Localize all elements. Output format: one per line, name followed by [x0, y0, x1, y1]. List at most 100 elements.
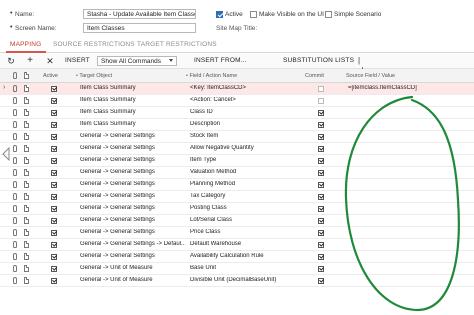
target-object-cell[interactable]: General -> General Settings — [80, 133, 185, 139]
note-icon[interactable] — [24, 109, 29, 116]
note-icon[interactable] — [24, 145, 29, 152]
active-checkbox[interactable] — [216, 11, 223, 18]
field-name-cell[interactable]: Class ID — [190, 109, 302, 115]
note-icon[interactable] — [24, 277, 29, 284]
attachment-icon[interactable] — [13, 145, 17, 152]
attachment-icon[interactable] — [13, 181, 17, 188]
note-icon[interactable] — [24, 253, 29, 260]
field-name-cell[interactable]: Divisible Unit (DecimalBaseUnit) — [190, 277, 302, 283]
row-commit-checkbox[interactable] — [318, 229, 324, 236]
table-row[interactable]: General -> General Settings Price Class — [0, 227, 474, 239]
note-icon[interactable] — [24, 241, 29, 248]
row-active-checkbox[interactable] — [51, 181, 57, 188]
field-name-cell[interactable]: Lot/Serial Class — [190, 217, 302, 223]
table-row[interactable]: General -> General Settings -> Defaul...… — [0, 239, 474, 251]
simple-scenario-checkbox[interactable] — [325, 11, 332, 18]
table-row[interactable]: General -> General Settings Planning Meth… — [0, 179, 474, 191]
attachment-icon[interactable] — [13, 193, 17, 200]
commands-select[interactable]: Show All Commands — [97, 56, 177, 66]
table-row[interactable]: General -> General Settings Tax Category — [0, 191, 474, 203]
row-commit-checkbox[interactable] — [318, 241, 324, 248]
target-object-cell[interactable]: General -> General Settings — [80, 217, 185, 223]
table-row[interactable]: › Item Class Summary <Key: ItemClassCD> =[i… — [0, 83, 474, 95]
target-object-cell[interactable]: Item Class Summary — [80, 121, 185, 127]
field-name-cell[interactable]: Planning Method — [190, 181, 302, 187]
note-icon[interactable] — [24, 85, 29, 92]
attachment-icon[interactable] — [13, 169, 17, 176]
source-field-cell[interactable]: =[itemclass.ItemClassCD] — [348, 85, 468, 91]
note-icon[interactable] — [24, 229, 29, 236]
note-icon[interactable] — [24, 133, 29, 140]
field-name-cell[interactable]: Item Type — [190, 157, 302, 163]
fit-columns-icon[interactable]: |⇿| — [354, 56, 364, 75]
field-name-cell[interactable]: Description — [190, 121, 302, 127]
tab-target-restrictions[interactable]: TARGET RESTRICTIONS — [137, 41, 217, 48]
tab-mapping[interactable]: MAPPING — [10, 41, 41, 48]
row-active-checkbox[interactable] — [51, 121, 57, 128]
target-object-cell[interactable]: General -> General Settings — [80, 145, 185, 151]
note-icon[interactable] — [24, 217, 29, 224]
row-commit-checkbox[interactable] — [318, 97, 324, 104]
attachment-icon[interactable] — [13, 133, 17, 140]
row-active-checkbox[interactable] — [51, 157, 57, 164]
column-header-active[interactable]: Active — [43, 73, 58, 79]
table-row[interactable]: General -> General Settings Stock Item — [0, 131, 474, 143]
field-name-cell[interactable]: Default Warehouse — [190, 241, 302, 247]
target-object-cell[interactable]: General -> General Settings — [80, 229, 185, 235]
row-active-checkbox[interactable] — [51, 277, 57, 284]
screen-name-field[interactable]: Item Classes — [83, 23, 196, 33]
target-object-cell[interactable]: General -> General Settings — [80, 181, 185, 187]
target-object-cell[interactable]: General -> Unit of Measure — [80, 265, 185, 271]
tab-source-restrictions[interactable]: SOURCE RESTRICTIONS — [53, 41, 135, 48]
note-icon[interactable] — [24, 121, 29, 128]
target-object-cell[interactable]: General -> General Settings — [80, 193, 185, 199]
attachment-icon[interactable] — [13, 109, 17, 116]
field-name-cell[interactable]: <Action: Cancel> — [190, 97, 302, 103]
row-commit-checkbox[interactable] — [318, 217, 324, 224]
close-icon[interactable]: ✕ — [45, 56, 55, 66]
row-active-checkbox[interactable] — [51, 253, 57, 260]
column-header-field-name[interactable]: • Field / Action Name — [186, 73, 237, 79]
note-icon[interactable] — [24, 265, 29, 272]
row-active-checkbox[interactable] — [51, 205, 57, 212]
refresh-icon[interactable]: ↻ — [6, 56, 16, 66]
table-row[interactable]: General -> General Settings Posting Class — [0, 203, 474, 215]
attachment-icon[interactable] — [13, 217, 17, 224]
table-row[interactable]: General -> General Settings Availability … — [0, 251, 474, 263]
row-commit-checkbox[interactable] — [318, 253, 324, 260]
row-commit-checkbox[interactable] — [318, 169, 324, 176]
table-row[interactable]: Item Class Summary Class ID — [0, 107, 474, 119]
attachment-icon[interactable] — [13, 277, 17, 284]
row-commit-checkbox[interactable] — [318, 121, 324, 128]
note-icon[interactable] — [24, 205, 29, 212]
note-icon[interactable] — [24, 97, 29, 104]
field-name-cell[interactable]: Base Unit — [190, 265, 302, 271]
row-commit-checkbox[interactable] — [318, 193, 324, 200]
target-object-cell[interactable]: Item Class Summary — [80, 109, 185, 115]
table-row[interactable]: General -> General Settings Valuation Met… — [0, 167, 474, 179]
field-name-cell[interactable]: Tax Category — [190, 193, 302, 199]
target-object-cell[interactable]: Item Class Summary — [80, 85, 185, 91]
field-name-cell[interactable]: Price Class — [190, 229, 302, 235]
target-object-cell[interactable]: General -> General Settings — [80, 205, 185, 211]
field-name-cell[interactable]: Availability Calculation Rule — [190, 253, 302, 259]
attachment-icon[interactable] — [13, 265, 17, 272]
target-object-cell[interactable]: General -> Unit of Measure — [80, 277, 185, 283]
insert-from-button[interactable]: INSERT FROM... — [194, 57, 247, 64]
target-object-cell[interactable]: General -> General Settings — [80, 157, 185, 163]
row-commit-checkbox[interactable] — [318, 85, 324, 92]
row-active-checkbox[interactable] — [51, 217, 57, 224]
target-object-cell[interactable]: General -> General Settings — [80, 253, 185, 259]
row-active-checkbox[interactable] — [51, 97, 57, 104]
row-commit-checkbox[interactable] — [318, 205, 324, 212]
note-icon[interactable] — [24, 181, 29, 188]
row-active-checkbox[interactable] — [51, 85, 57, 92]
target-object-cell[interactable]: General -> General Settings — [80, 169, 185, 175]
note-icon[interactable] — [24, 169, 29, 176]
table-row[interactable]: General -> General Settings Lot/Serial Cl… — [0, 215, 474, 227]
attachment-icon[interactable] — [13, 85, 17, 92]
field-name-cell[interactable]: Valuation Method — [190, 169, 302, 175]
make-visible-checkbox[interactable] — [250, 11, 257, 18]
attachment-icon[interactable] — [13, 229, 17, 236]
row-active-checkbox[interactable] — [51, 265, 57, 272]
